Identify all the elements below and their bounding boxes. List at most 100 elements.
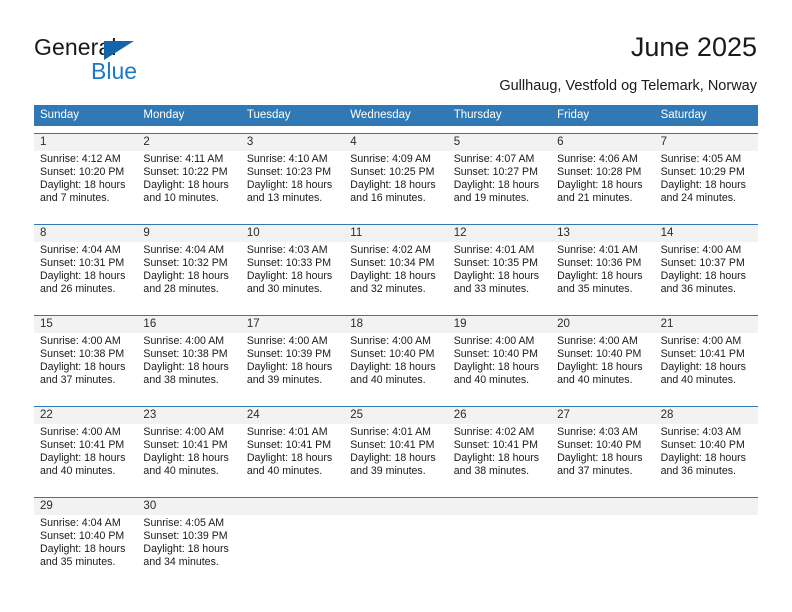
sunset-text: Sunset: 10:33 PM [246, 257, 332, 270]
sunrise-text: Sunrise: 4:02 AM [453, 426, 535, 438]
daylight-text-line2: and 35 minutes. [557, 283, 633, 296]
day-cell[interactable]: 21 Sunrise: 4:00 AM Sunset: 10:41 PM Day… [655, 316, 758, 399]
day-info: Sunrise: 4:00 AM Sunset: 10:38 PM Daylig… [143, 335, 234, 387]
day-cell[interactable]: 19 Sunrise: 4:00 AM Sunset: 10:40 PM Day… [448, 316, 551, 399]
sunrise-text: Sunrise: 4:00 AM [40, 426, 121, 438]
day-cell[interactable]: 9 Sunrise: 4:04 AM Sunset: 10:32 PM Dayl… [137, 225, 240, 308]
day-cell[interactable]: 26 Sunrise: 4:02 AM Sunset: 10:41 PM Day… [448, 407, 551, 490]
daylight-text-line1: Daylight: 18 hours [557, 452, 643, 465]
day-cell[interactable]: 13 Sunrise: 4:01 AM Sunset: 10:36 PM Day… [551, 225, 654, 308]
day-info: Sunrise: 4:05 AM Sunset: 10:29 PM Daylig… [661, 153, 752, 205]
day-cell[interactable]: 28 Sunrise: 4:03 AM Sunset: 10:40 PM Day… [655, 407, 758, 490]
weekday-wednesday: Wednesday [350, 109, 411, 121]
day-info: Sunrise: 4:12 AM Sunset: 10:20 PM Daylig… [40, 153, 131, 205]
day-cell[interactable]: 8 Sunrise: 4:04 AM Sunset: 10:31 PM Dayl… [34, 225, 137, 308]
sunrise-text: Sunrise: 4:00 AM [453, 335, 535, 347]
day-number [350, 498, 441, 515]
day-number: 21 [660, 318, 674, 330]
sunrise-text: Sunrise: 4:12 AM [40, 153, 121, 165]
week-row: 8 Sunrise: 4:04 AM Sunset: 10:31 PM Dayl… [34, 224, 758, 308]
daylight-text-line1: Daylight: 18 hours [557, 179, 643, 192]
day-number: 15 [40, 318, 53, 330]
day-cell[interactable]: 14 Sunrise: 4:00 AM Sunset: 10:37 PM Day… [655, 225, 758, 308]
day-number: 4 [350, 136, 357, 148]
day-number: 17 [246, 318, 260, 330]
day-number: 13 [557, 227, 570, 239]
weekday-monday: Monday [143, 109, 185, 121]
sunset-text: Sunset: 10:20 PM [40, 166, 125, 179]
day-number: 20 [557, 318, 570, 330]
day-cell[interactable]: 1 Sunrise: 4:12 AM Sunset: 10:20 PM Dayl… [34, 134, 137, 217]
sunset-text: Sunset: 10:32 PM [143, 257, 228, 270]
day-number [557, 498, 648, 515]
daylight-text-line1: Daylight: 18 hours [246, 270, 333, 283]
day-cell[interactable]: 3 Sunrise: 4:10 AM Sunset: 10:23 PM Dayl… [241, 134, 344, 217]
day-cell[interactable]: 6 Sunrise: 4:06 AM Sunset: 10:28 PM Dayl… [551, 134, 654, 217]
sunrise-text: Sunrise: 4:01 AM [246, 426, 328, 438]
sunrise-text: Sunrise: 4:03 AM [246, 244, 328, 256]
daylight-text-line2: and 39 minutes. [350, 465, 426, 478]
day-info: Sunrise: 4:01 AM Sunset: 10:35 PM Daylig… [454, 244, 545, 296]
daylight-text-line1: Daylight: 18 hours [660, 270, 746, 283]
calendar-page: General Blue June 2025 Gullhaug, Vestfol… [0, 0, 792, 612]
day-cell[interactable]: 23 Sunrise: 4:00 AM Sunset: 10:41 PM Day… [137, 407, 240, 490]
sunrise-text: Sunrise: 4:05 AM [143, 517, 225, 529]
day-cell[interactable]: 17 Sunrise: 4:00 AM Sunset: 10:39 PM Day… [241, 316, 344, 399]
daylight-text-line1: Daylight: 18 hours [143, 270, 229, 283]
day-info: Sunrise: 4:06 AM Sunset: 10:28 PM Daylig… [557, 153, 648, 205]
daylight-text-line2: and 30 minutes. [246, 283, 323, 296]
day-info: Sunrise: 4:03 AM Sunset: 10:40 PM Daylig… [557, 426, 648, 478]
daylight-text-line1: Daylight: 18 hours [350, 361, 436, 374]
day-cell-empty [241, 498, 344, 581]
sunrise-text: Sunrise: 4:04 AM [40, 244, 121, 256]
day-cell[interactable]: 2 Sunrise: 4:11 AM Sunset: 10:22 PM Dayl… [137, 134, 240, 217]
day-cell[interactable]: 5 Sunrise: 4:07 AM Sunset: 10:27 PM Dayl… [448, 134, 551, 217]
daylight-text-line2: and 21 minutes. [557, 192, 633, 205]
daylight-text-line1: Daylight: 18 hours [350, 179, 436, 192]
day-info: Sunrise: 4:02 AM Sunset: 10:34 PM Daylig… [350, 244, 441, 296]
day-cell[interactable]: 18 Sunrise: 4:00 AM Sunset: 10:40 PM Day… [344, 316, 447, 399]
daylight-text-line2: and 13 minutes. [246, 192, 323, 205]
sunrise-text: Sunrise: 4:04 AM [143, 244, 225, 256]
daylight-text-line2: and 40 minutes. [660, 374, 736, 387]
day-number: 25 [350, 409, 364, 421]
day-cell[interactable]: 30 Sunrise: 4:05 AM Sunset: 10:39 PM Day… [137, 498, 240, 581]
day-cell[interactable]: 22 Sunrise: 4:00 AM Sunset: 10:41 PM Day… [34, 407, 137, 490]
sunset-text: Sunset: 10:35 PM [453, 257, 538, 270]
sunrise-text: Sunrise: 4:00 AM [143, 335, 225, 347]
sunset-text: Sunset: 10:34 PM [350, 257, 435, 270]
sunset-text: Sunset: 10:41 PM [350, 439, 435, 452]
weekday-sunday: Sunday [40, 109, 80, 121]
daylight-text-line2: and 10 minutes. [143, 192, 219, 205]
day-cell[interactable]: 25 Sunrise: 4:01 AM Sunset: 10:41 PM Day… [344, 407, 447, 490]
day-cell[interactable]: 27 Sunrise: 4:03 AM Sunset: 10:40 PM Day… [551, 407, 654, 490]
day-cell[interactable]: 12 Sunrise: 4:01 AM Sunset: 10:35 PM Day… [448, 225, 551, 308]
day-number [661, 498, 752, 515]
daylight-text-line2: and 40 minutes. [40, 465, 116, 478]
sunset-text: Sunset: 10:41 PM [40, 439, 125, 452]
weekday-tuesday: Tuesday [246, 109, 291, 121]
day-cell[interactable]: 24 Sunrise: 4:01 AM Sunset: 10:41 PM Day… [241, 407, 344, 490]
sunrise-text: Sunrise: 4:01 AM [557, 244, 638, 256]
day-cell[interactable]: 4 Sunrise: 4:09 AM Sunset: 10:25 PM Dayl… [344, 134, 447, 217]
sunset-text: Sunset: 10:38 PM [40, 348, 125, 361]
day-cell[interactable]: 29 Sunrise: 4:04 AM Sunset: 10:40 PM Day… [34, 498, 137, 581]
sunset-text: Sunset: 10:31 PM [40, 257, 125, 270]
day-info: Sunrise: 4:11 AM Sunset: 10:22 PM Daylig… [143, 153, 234, 205]
day-cell[interactable]: 11 Sunrise: 4:02 AM Sunset: 10:34 PM Day… [344, 225, 447, 308]
sunrise-text: Sunrise: 4:03 AM [660, 426, 742, 438]
daylight-text-line1: Daylight: 18 hours [40, 361, 126, 374]
sunset-text: Sunset: 10:29 PM [660, 166, 745, 179]
daylight-text-line2: and 40 minutes. [143, 465, 219, 478]
sunrise-text: Sunrise: 4:00 AM [40, 335, 121, 347]
sunset-text: Sunset: 10:41 PM [246, 439, 332, 452]
page-subtitle: Gullhaug, Vestfold og Telemark, Norway [499, 78, 757, 94]
generalblue-logo[interactable]: General Blue [34, 34, 214, 90]
day-info: Sunrise: 4:00 AM Sunset: 10:40 PM Daylig… [557, 335, 648, 387]
day-cell[interactable]: 7 Sunrise: 4:05 AM Sunset: 10:29 PM Dayl… [655, 134, 758, 217]
week-row: 29 Sunrise: 4:04 AM Sunset: 10:40 PM Day… [34, 497, 758, 581]
day-cell[interactable]: 15 Sunrise: 4:00 AM Sunset: 10:38 PM Day… [34, 316, 137, 399]
day-cell[interactable]: 16 Sunrise: 4:00 AM Sunset: 10:38 PM Day… [137, 316, 240, 399]
day-cell[interactable]: 10 Sunrise: 4:03 AM Sunset: 10:33 PM Day… [241, 225, 344, 308]
day-cell[interactable]: 20 Sunrise: 4:00 AM Sunset: 10:40 PM Day… [551, 316, 654, 399]
